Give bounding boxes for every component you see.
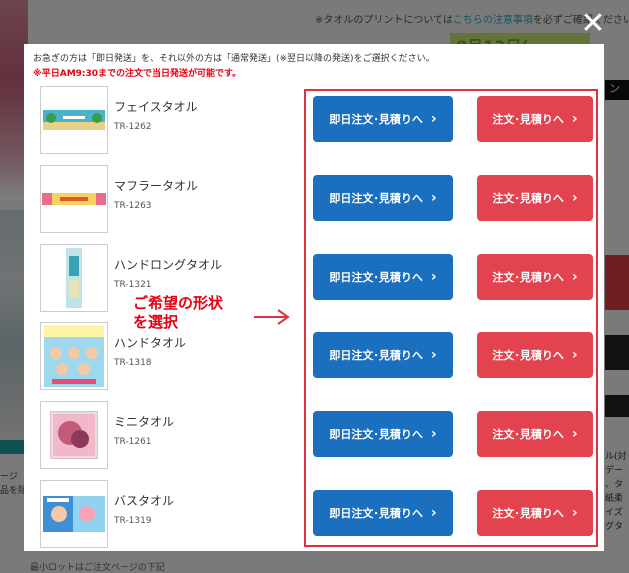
- product-name: ハンドタオル: [114, 336, 187, 350]
- select-shape-callout: ご希望の形状 を選択: [133, 294, 224, 331]
- order-button[interactable]: 注文･見積りへ ›: [477, 411, 593, 457]
- product-code: TR-1262: [114, 122, 152, 132]
- chevron-right-icon: ›: [571, 347, 578, 363]
- mini-towel-image: [50, 411, 98, 459]
- chevron-right-icon: ›: [571, 505, 578, 521]
- product-row-bath-towel: バスタオル TR-1319 即日注文･見積りへ › 注文･見積りへ ›: [38, 480, 593, 550]
- face-towel-image: [43, 110, 105, 130]
- product-name: マフラータオル: [114, 179, 199, 193]
- product-thumbnail: [40, 322, 108, 390]
- same-day-order-button[interactable]: 即日注文･見積りへ ›: [313, 96, 453, 142]
- same-day-order-button[interactable]: 即日注文･見積りへ ›: [313, 490, 453, 536]
- chevron-right-icon: ›: [430, 426, 437, 442]
- product-row-mini-towel: ミニタオル TR-1261 即日注文･見積りへ › 注文･見積りへ ›: [38, 401, 593, 471]
- product-code: TR-1319: [114, 516, 152, 526]
- product-code: TR-1261: [114, 437, 152, 447]
- chevron-right-icon: ›: [571, 190, 578, 206]
- product-code: TR-1318: [114, 358, 152, 368]
- order-button[interactable]: 注文･見積りへ ›: [477, 332, 593, 378]
- arrow-right-icon: [254, 309, 290, 325]
- product-thumbnail: [40, 165, 108, 233]
- chevron-right-icon: ›: [571, 269, 578, 285]
- product-thumbnail: [40, 401, 108, 469]
- product-row-hand-towel: ハンドタオル TR-1318 即日注文･見積りへ › 注文･見積りへ ›: [38, 322, 593, 392]
- product-thumbnail: [40, 244, 108, 312]
- product-row-muffler-towel: マフラータオル TR-1263 即日注文･見積りへ › 注文･見積りへ ›: [38, 165, 593, 235]
- product-code: TR-1321: [114, 280, 152, 290]
- chevron-right-icon: ›: [430, 505, 437, 521]
- product-name: バスタオル: [114, 494, 175, 508]
- chevron-right-icon: ›: [430, 347, 437, 363]
- same-day-order-button[interactable]: 即日注文･見積りへ ›: [313, 332, 453, 378]
- product-name: フェイスタオル: [114, 100, 198, 114]
- product-row-face-towel: フェイスタオル TR-1262 即日注文･見積りへ › 注文･見積りへ ›: [38, 86, 593, 156]
- order-button[interactable]: 注文･見積りへ ›: [477, 490, 593, 536]
- chevron-right-icon: ›: [571, 426, 578, 442]
- order-button[interactable]: 注文･見積りへ ›: [477, 254, 593, 300]
- bath-towel-image: [43, 496, 105, 532]
- product-name: ハンドロングタオル: [114, 258, 223, 272]
- same-day-order-button[interactable]: 即日注文･見積りへ ›: [313, 175, 453, 221]
- product-select-modal: お急ぎの方は「即日発送」を、それ以外の方は「通常発送」(※翌日以降の発送)をご選…: [24, 44, 604, 551]
- product-code: TR-1263: [114, 201, 152, 211]
- same-day-order-button[interactable]: 即日注文･見積りへ ›: [313, 254, 453, 300]
- chevron-right-icon: ›: [430, 111, 437, 127]
- product-thumbnail: [40, 86, 108, 154]
- chevron-right-icon: ›: [571, 111, 578, 127]
- chevron-right-icon: ›: [430, 190, 437, 206]
- chevron-right-icon: ›: [430, 269, 437, 285]
- muffler-towel-image: [42, 193, 106, 205]
- order-button[interactable]: 注文･見積りへ ›: [477, 175, 593, 221]
- hand-towel-image: [44, 325, 104, 387]
- product-thumbnail: [40, 480, 108, 548]
- hand-long-towel-image: [66, 248, 82, 308]
- same-day-notice: ※平日AM9:30までの注文で当日発送が可能です。: [33, 69, 242, 79]
- close-icon[interactable]: ✕: [578, 9, 608, 40]
- order-button[interactable]: 注文･見積りへ ›: [477, 96, 593, 142]
- shipping-notice: お急ぎの方は「即日発送」を、それ以外の方は「通常発送」(※翌日以降の発送)をご選…: [33, 54, 435, 64]
- product-name: ミニタオル: [114, 415, 175, 429]
- same-day-order-button[interactable]: 即日注文･見積りへ ›: [313, 411, 453, 457]
- product-row-hand-long-towel: ハンドロングタオル TR-1321 即日注文･見積りへ › 注文･見積りへ ›: [38, 244, 593, 314]
